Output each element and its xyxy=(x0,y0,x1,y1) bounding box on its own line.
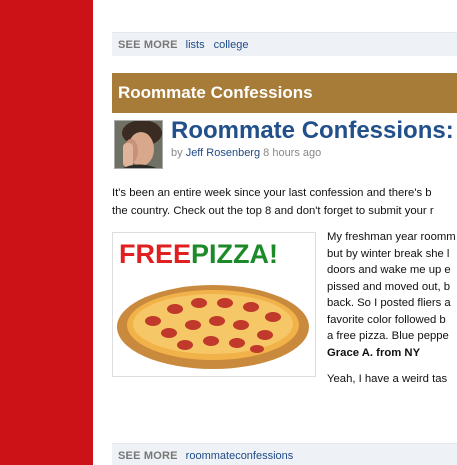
byline-prefix: by xyxy=(171,147,183,159)
body-line: a free pizza. Blue peppe xyxy=(327,330,449,342)
tag-link-college[interactable]: college xyxy=(214,39,249,51)
article-body: My freshman year roomm but by winter bre… xyxy=(327,229,456,388)
see-more-label: SEE MORE xyxy=(118,38,178,51)
tag-link-roommateconfessions[interactable]: roommateconfessions xyxy=(186,450,294,462)
body-line: favorite color followed b xyxy=(327,313,446,326)
pizza-illustration: FREE PIZZA! xyxy=(117,239,309,369)
confession-signature: Grace A. from NY xyxy=(327,346,421,359)
post-time: 8 hours ago xyxy=(263,147,322,159)
body-line: My freshman year roomm xyxy=(327,231,456,243)
body-line: pissed and moved out, b xyxy=(327,280,451,293)
free-pizza-image: FREE PIZZA! xyxy=(112,232,316,377)
tag-link-lists[interactable]: lists xyxy=(186,39,205,51)
article-intro: It's been an entire week since your last… xyxy=(112,184,457,220)
intro-line: the country. Check out the top 8 and don… xyxy=(112,205,434,217)
author-avatar[interactable] xyxy=(114,120,163,169)
body-paragraph-2: Yeah, I have a weird tas xyxy=(327,373,448,385)
author-link[interactable]: Jeff Rosenberg xyxy=(186,147,260,159)
byline: by Jeff Rosenberg 8 hours ago xyxy=(171,147,321,159)
article-title[interactable]: Roommate Confessions: xyxy=(171,117,454,145)
section-banner: Roommate Confessions xyxy=(112,73,457,113)
body-line: back. So I posted fliers a xyxy=(327,297,451,309)
author-photo xyxy=(115,121,162,168)
see-more-bar-top: SEE MORE lists college xyxy=(112,32,457,56)
see-more-bar-bottom: SEE MORE roommateconfessions xyxy=(112,443,457,465)
body-line: but by winter break she l xyxy=(327,247,450,260)
see-more-label: SEE MORE xyxy=(118,449,178,462)
promo-word-free: FREE xyxy=(119,239,191,269)
left-red-sidebar xyxy=(0,0,93,465)
intro-line: It's been an entire week since your last… xyxy=(112,187,432,199)
body-line: doors and wake me up e xyxy=(327,264,451,276)
main-content: SEE MORE lists college Roommate Confessi… xyxy=(93,0,457,465)
promo-word-pizza: PIZZA! xyxy=(191,239,278,269)
